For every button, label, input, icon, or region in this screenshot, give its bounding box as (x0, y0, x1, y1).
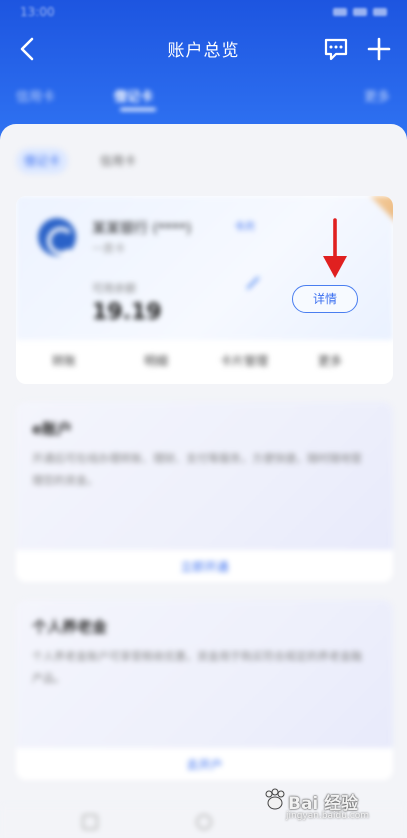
balance-label: 可用余额 (92, 282, 136, 295)
subtab-active[interactable]: 借记卡 (16, 148, 68, 174)
card-tag[interactable]: 卡片 (234, 218, 256, 234)
wifi-icon (353, 8, 367, 16)
action-more[interactable]: 更多 (318, 352, 342, 369)
card-actions: 转账 明细 卡片管理 更多 (16, 346, 393, 376)
e-account-title: e账户 (32, 420, 73, 438)
pension-card-body: 个人养老金 个人养老金账户可享受税收优惠，资金用于购买符合规定的养老金融产品。 (16, 600, 393, 748)
watermark: Bai 经验 jingyan.baidu.com (262, 785, 382, 829)
signal-icon (333, 8, 347, 16)
subtab-other[interactable]: 信用卡 (100, 148, 136, 174)
bank-name: 某某银行 (****) (92, 221, 192, 237)
e-account-card-body: e账户 开通后可在线办理转账、理财、支付等服务，方便快捷，随时随地管理您的资金。 (16, 402, 393, 550)
pension-card[interactable]: 个人养老金 个人养老金账户可享受税收优惠，资金用于购买符合规定的养老金融产品。 … (16, 600, 393, 780)
bank-logo-icon (38, 218, 76, 256)
status-bar: 13:00 (0, 0, 407, 24)
status-time: 13:00 (20, 5, 55, 19)
link-icon (246, 276, 260, 290)
action-card-manage[interactable]: 卡片管理 (220, 352, 268, 369)
subtabs: 借记卡 信用卡 (16, 148, 396, 174)
tab-active-indicator (120, 108, 156, 111)
message-icon[interactable] (322, 35, 350, 63)
watermark-url: jingyan.baidu.com (286, 811, 370, 821)
e-account-card[interactable]: e账户 开通后可在线办理转账、理财、支付等服务，方便快捷，随时随地管理您的资金。… (16, 402, 393, 582)
detail-button[interactable]: 详情 (292, 285, 358, 313)
action-transfer[interactable]: 转账 (52, 352, 76, 369)
pension-text: 个人养老金账户可享受税收优惠，资金用于购买符合规定的养老金融产品。 (32, 650, 362, 685)
tab-debit-card[interactable]: 借记卡 (114, 86, 153, 105)
arrow-down-icon (323, 218, 347, 278)
balance-value: 19.19 (92, 300, 162, 325)
tab-more[interactable]: 更多 (364, 86, 390, 105)
tab-credit-card[interactable]: 信用卡 (16, 86, 55, 105)
home-icon[interactable] (196, 814, 212, 830)
pension-link[interactable]: 去开户 (16, 756, 393, 773)
paw-icon (265, 788, 285, 810)
e-account-text: 开通后可在线办理转账、理财、支付等服务，方便快捷，随时随地管理您的资金。 (32, 452, 362, 487)
pension-title: 个人养老金 (32, 618, 108, 636)
status-icons (333, 8, 387, 16)
battery-icon (373, 8, 387, 16)
card-level: 一类卡 (92, 242, 125, 255)
content-panel: 借记卡 信用卡 某某银行 (****) 卡片 一类卡 可用余额 19.19 转账… (0, 124, 407, 838)
account-type-tabs: 信用卡 借记卡 更多 (0, 80, 407, 111)
add-icon[interactable] (365, 35, 393, 63)
recent-apps-icon[interactable] (82, 814, 98, 830)
action-details[interactable]: 明细 (144, 352, 168, 369)
nav-bar: 账户总览 (0, 26, 407, 72)
e-account-link[interactable]: 立即开通 (16, 558, 393, 575)
corner-badge (370, 196, 393, 224)
